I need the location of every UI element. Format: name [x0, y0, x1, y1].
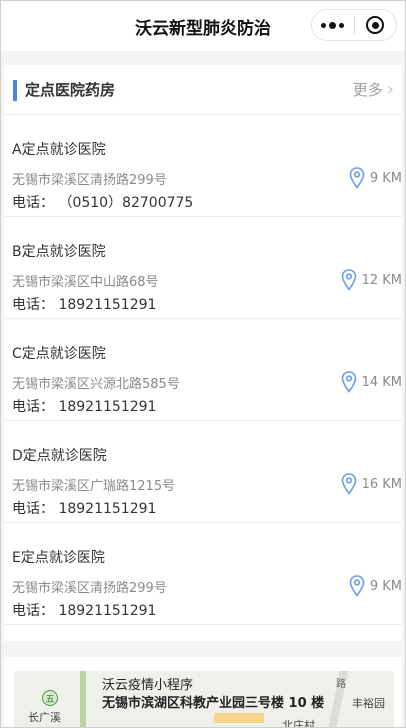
hospital-name: B定点就诊医院 [12, 244, 106, 260]
hospital-phone: 电话： 18921151291 [12, 297, 157, 313]
location-pin-icon [341, 473, 356, 495]
hospital-distance: 14 KM [341, 371, 402, 393]
map-section: 五 长广溪 丰裕园 北庄村 路 沃云疫情小程序 无锡市滨湖区科教产业园三号楼 1… [4, 657, 402, 728]
hospital-address: 无锡市梁溪区兴源北路585号 [12, 377, 180, 392]
distance-value: 9 KM [369, 170, 402, 186]
hospital-list-card: 定点医院药房 更多 › A定点就诊医院 无锡市梁溪区清扬路299号 电话： （051… [4, 65, 402, 641]
more-dots-icon [321, 21, 345, 29]
hospital-phone: 电话： 18921151291 [12, 501, 157, 517]
map-place-address: 无锡市滨湖区科教产业园三号楼 10 楼 [102, 696, 325, 711]
map-label-right: 丰裕园 [352, 697, 385, 710]
hospital-name: D定点就诊医院 [12, 448, 107, 464]
hospital-row[interactable]: B定点就诊医院无锡市梁溪区中山路68号 电话： 18921151291 12 KM [4, 217, 402, 319]
map-place-name: 沃云疫情小程序 [102, 678, 194, 693]
more-menu-button[interactable] [312, 10, 354, 40]
distance-value: 16 KM [361, 476, 402, 492]
navigation-bar: 沃云新型肺炎防治 [1, 1, 405, 51]
hospital-address: 无锡市梁溪区清扬路299号 [12, 581, 167, 596]
hospital-address: 无锡市梁溪区中山路68号 [12, 275, 159, 290]
mini-program-capsule [311, 9, 397, 41]
distance-value: 9 KM [369, 578, 402, 594]
hospital-row[interactable]: A定点就诊医院无锡市梁溪区清扬路299号电话： （0510）82700775 9 … [4, 115, 402, 217]
more-label: 更多 [352, 81, 383, 99]
hospital-phone: 电话： 18921151291 [12, 603, 157, 619]
accent-bar [13, 80, 17, 101]
section-title: 定点医院药房 [25, 81, 116, 99]
location-pin-icon [349, 575, 365, 597]
map-yellow-road [214, 713, 264, 723]
map-poi-icon: 五 [42, 690, 58, 706]
hospital-name: A定点就诊医院 [12, 142, 106, 158]
hospital-address: 无锡市梁溪区广瑞路1215号 [12, 479, 176, 494]
hospital-row[interactable]: E定点就诊医院无锡市梁溪区清扬路299号 电话： 18921151291 9 KM [4, 523, 402, 625]
location-map[interactable]: 五 长广溪 丰裕园 北庄村 路 沃云疫情小程序 无锡市滨湖区科教产业园三号楼 1… [14, 671, 394, 728]
hospital-phone: 电话： 18921151291 [12, 399, 157, 415]
hospital-name: E定点就诊医院 [12, 550, 105, 566]
hospital-distance: 12 KM [341, 269, 402, 291]
distance-value: 12 KM [361, 272, 402, 288]
distance-value: 14 KM [361, 374, 402, 390]
hospital-distance: 9 KM [349, 167, 402, 189]
hospital-row[interactable]: C定点就诊医院无锡市梁溪区兴源北路585号 电话： 18921151291 14 K… [4, 319, 402, 421]
close-mini-program-button[interactable] [355, 10, 397, 40]
hospital-address: 无锡市梁溪区清扬路299号 [12, 173, 167, 188]
hospital-row[interactable]: D定点就诊医院无锡市梁溪区广瑞路1215号 电话： 18921151291 16 K… [4, 421, 402, 523]
app-frame: 沃云新型肺炎防治 定点医院药房 更多 › A定点就诊医院无锡市梁溪区清扬路299… [0, 0, 406, 728]
location-pin-icon [349, 167, 365, 189]
target-circle-icon [366, 16, 385, 34]
map-green-road [80, 671, 86, 727]
hospital-name: C定点就诊医院 [12, 346, 106, 362]
more-link[interactable]: 更多 › [353, 80, 394, 100]
hospital-distance: 9 KM [349, 575, 402, 597]
location-pin-icon [341, 371, 356, 393]
page-title: 沃云新型肺炎防治 [135, 18, 271, 39]
section-header: 定点医院药房 更多 › [4, 65, 402, 115]
map-label-left: 长广溪 [28, 711, 61, 724]
hospital-distance: 16 KM [341, 473, 402, 495]
chevron-right-icon: › [386, 79, 394, 100]
hospital-phone: 电话： （0510）82700775 [12, 195, 194, 211]
map-label-bottom: 北庄村 [282, 719, 315, 728]
map-label-road: 路 [336, 679, 346, 690]
location-pin-icon [341, 269, 356, 291]
